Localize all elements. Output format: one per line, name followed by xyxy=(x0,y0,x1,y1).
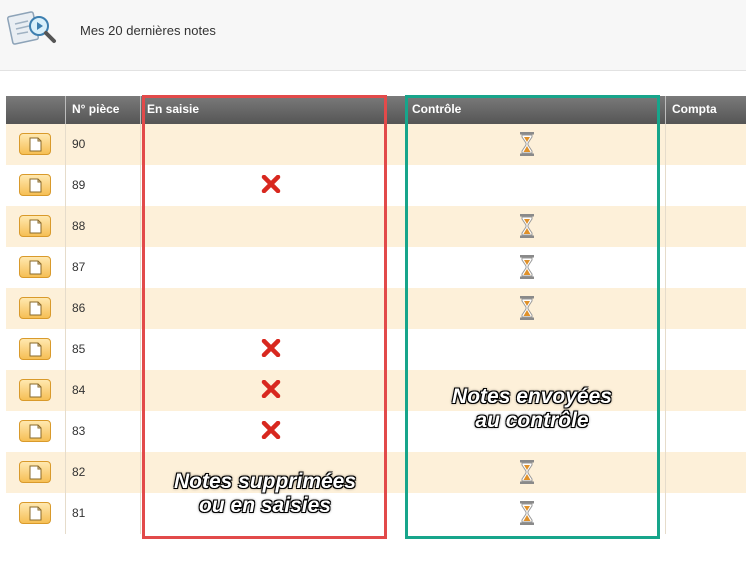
controle-cell xyxy=(406,165,666,206)
piece-number: 89 xyxy=(66,165,141,206)
open-document-button[interactable] xyxy=(19,338,51,360)
document-icon xyxy=(29,424,42,439)
piece-number: 87 xyxy=(66,247,141,288)
saisie-cell xyxy=(141,288,406,329)
actions-cell xyxy=(6,206,66,247)
compta-cell xyxy=(666,206,746,247)
actions-cell xyxy=(6,329,66,370)
saisie-cell xyxy=(141,165,406,206)
table-row: 89 xyxy=(6,165,746,206)
search-document-icon xyxy=(6,11,56,45)
compta-cell xyxy=(666,452,746,493)
table-row: 86 xyxy=(6,288,746,329)
piece-number: 85 xyxy=(66,329,141,370)
controle-cell xyxy=(406,493,666,534)
piece-number: 81 xyxy=(66,493,141,534)
table-row: 90 xyxy=(6,124,746,165)
annotation-deleted-notes: Notes supprimées ou en saisies xyxy=(150,470,380,518)
hourglass-icon xyxy=(519,132,535,161)
piece-number: 88 xyxy=(66,206,141,247)
hourglass-icon xyxy=(519,296,535,325)
controle-cell xyxy=(406,452,666,493)
document-icon xyxy=(29,465,42,480)
open-document-button[interactable] xyxy=(19,461,51,483)
piece-number: 83 xyxy=(66,411,141,452)
annotation-line: au contrôle xyxy=(475,409,589,432)
document-icon xyxy=(29,137,42,152)
saisie-cell xyxy=(141,247,406,288)
document-icon xyxy=(29,219,42,234)
controle-cell xyxy=(406,247,666,288)
delete-x-icon xyxy=(261,174,281,198)
actions-cell xyxy=(6,452,66,493)
controle-cell xyxy=(406,124,666,165)
open-document-button[interactable] xyxy=(19,174,51,196)
delete-x-icon xyxy=(261,420,281,444)
compta-cell xyxy=(666,124,746,165)
actions-cell xyxy=(6,493,66,534)
controle-cell xyxy=(406,206,666,247)
table-row: 85 xyxy=(6,329,746,370)
compta-cell xyxy=(666,288,746,329)
annotation-line: Notes envoyées xyxy=(452,385,612,408)
open-document-button[interactable] xyxy=(19,256,51,278)
piece-number: 86 xyxy=(66,288,141,329)
open-document-button[interactable] xyxy=(19,502,51,524)
column-header-controle[interactable]: Contrôle xyxy=(406,96,666,124)
actions-cell xyxy=(6,288,66,329)
compta-cell xyxy=(666,411,746,452)
saisie-cell xyxy=(141,206,406,247)
document-icon xyxy=(29,506,42,521)
piece-number: 82 xyxy=(66,452,141,493)
document-icon xyxy=(29,178,42,193)
hourglass-icon xyxy=(519,214,535,243)
delete-x-icon xyxy=(261,338,281,362)
column-header-piece[interactable]: N° pièce xyxy=(66,96,141,124)
actions-cell xyxy=(6,165,66,206)
open-document-button[interactable] xyxy=(19,215,51,237)
delete-x-icon xyxy=(261,379,281,403)
column-header-compta[interactable]: Compta xyxy=(666,96,746,124)
hourglass-icon xyxy=(519,255,535,284)
document-icon xyxy=(29,342,42,357)
open-document-button[interactable] xyxy=(19,133,51,155)
compta-cell xyxy=(666,165,746,206)
compta-cell xyxy=(666,370,746,411)
annotation-sent-notes: Notes envoyées au contrôle xyxy=(412,385,652,433)
controle-cell xyxy=(406,329,666,370)
column-header-actions xyxy=(6,96,66,124)
saisie-cell xyxy=(141,411,406,452)
compta-cell xyxy=(666,247,746,288)
table-row: 88 xyxy=(6,206,746,247)
saisie-cell xyxy=(141,370,406,411)
saisie-cell xyxy=(141,124,406,165)
compta-cell xyxy=(666,329,746,370)
controle-cell xyxy=(406,288,666,329)
annotation-line: ou en saisies xyxy=(199,494,331,517)
table-row: 87 xyxy=(6,247,746,288)
hourglass-icon xyxy=(519,460,535,489)
actions-cell xyxy=(6,411,66,452)
saisie-cell xyxy=(141,329,406,370)
table-header: N° pièce En saisie Contrôle Compta xyxy=(6,96,746,124)
piece-number: 90 xyxy=(66,124,141,165)
actions-cell xyxy=(6,370,66,411)
actions-cell xyxy=(6,247,66,288)
document-icon xyxy=(29,301,42,316)
actions-cell xyxy=(6,124,66,165)
piece-number: 84 xyxy=(66,370,141,411)
open-document-button[interactable] xyxy=(19,420,51,442)
document-icon xyxy=(29,383,42,398)
page-header: Mes 20 dernières notes xyxy=(0,0,746,71)
compta-cell xyxy=(666,493,746,534)
open-document-button[interactable] xyxy=(19,297,51,319)
open-document-button[interactable] xyxy=(19,379,51,401)
document-icon xyxy=(29,260,42,275)
column-header-saisie[interactable]: En saisie xyxy=(141,96,406,124)
annotation-line: Notes supprimées xyxy=(173,470,357,493)
hourglass-icon xyxy=(519,501,535,530)
page-title: Mes 20 dernières notes xyxy=(80,23,216,38)
